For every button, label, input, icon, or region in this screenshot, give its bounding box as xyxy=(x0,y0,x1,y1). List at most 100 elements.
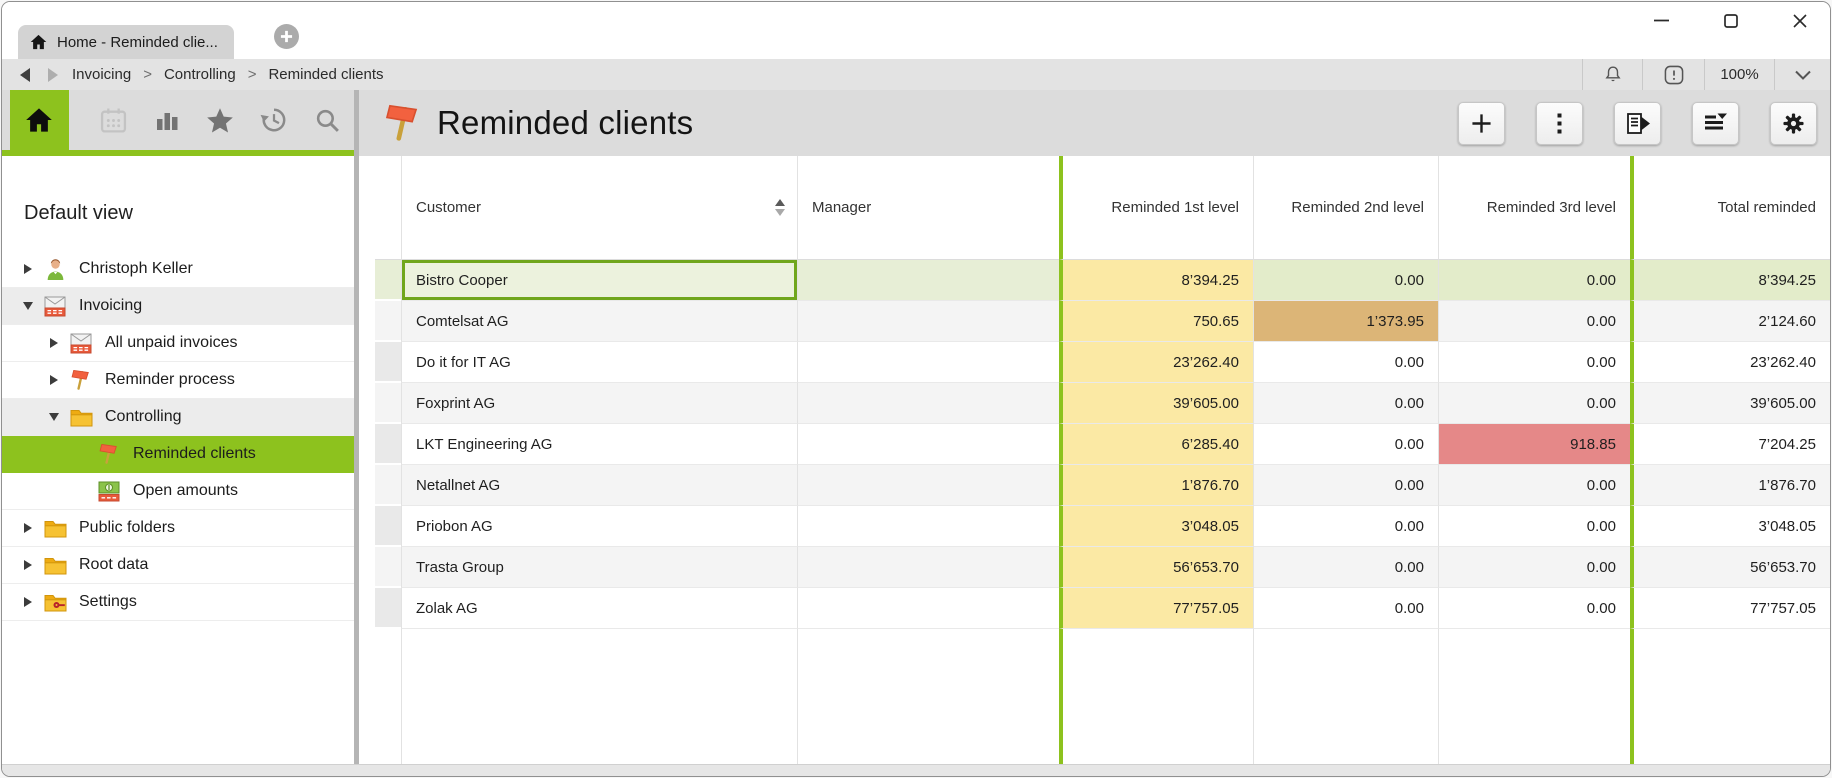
customer-cell[interactable]: Netallnet AG xyxy=(401,465,797,506)
manager-cell[interactable] xyxy=(797,465,1059,506)
breadcrumb-item[interactable]: Controlling xyxy=(164,66,236,83)
sidebar-item-root-data[interactable]: Root data xyxy=(2,547,354,584)
row-selector-cell[interactable] xyxy=(375,301,401,342)
zoom-dropdown-button[interactable] xyxy=(1774,59,1830,90)
total-reminded-cell[interactable]: 2’124.60 xyxy=(1630,301,1830,342)
manager-cell[interactable] xyxy=(797,383,1059,424)
minimize-button[interactable] xyxy=(1653,12,1670,29)
reminded-2nd-cell[interactable]: 1’373.95 xyxy=(1253,301,1438,342)
strip-search-button[interactable] xyxy=(301,90,354,150)
expander-collapsed-icon[interactable] xyxy=(40,338,68,348)
total-reminded-cell[interactable]: 56’653.70 xyxy=(1630,547,1830,588)
table-row[interactable]: Do it for IT AG23’262.400.000.0023’262.4… xyxy=(375,342,1830,383)
close-button[interactable] xyxy=(1791,12,1808,29)
reminded-1st-cell[interactable]: 8’394.25 xyxy=(1059,260,1253,301)
table-row[interactable]: LKT Engineering AG 6’285.400.00918.857’20… xyxy=(375,424,1830,465)
manager-cell[interactable] xyxy=(797,301,1059,342)
maximize-button[interactable] xyxy=(1722,12,1739,29)
column-header-reminded-1st-level[interactable]: Reminded 1st level xyxy=(1059,156,1253,260)
breadcrumb-item[interactable]: Invoicing xyxy=(72,66,131,83)
total-reminded-cell[interactable]: 39’605.00 xyxy=(1630,383,1830,424)
tab-home[interactable]: Home - Reminded clie... xyxy=(18,25,234,59)
reminded-2nd-cell[interactable]: 0.00 xyxy=(1253,424,1438,465)
reminded-1st-cell[interactable]: 1’876.70 xyxy=(1059,465,1253,506)
manager-cell[interactable] xyxy=(797,342,1059,383)
total-reminded-cell[interactable]: 23’262.40 xyxy=(1630,342,1830,383)
column-header-reminded-3rd-level[interactable]: Reminded 3rd level xyxy=(1438,156,1630,260)
more-options-button[interactable] xyxy=(1536,102,1583,145)
table-row[interactable]: Netallnet AG1’876.700.000.001’876.70 xyxy=(375,465,1830,506)
sidebar-item-all-unpaid-invoices[interactable]: All unpaid invoices xyxy=(2,325,354,362)
reminded-3rd-cell[interactable]: 0.00 xyxy=(1438,342,1630,383)
reminded-2nd-cell[interactable]: 0.00 xyxy=(1253,588,1438,629)
settings-button[interactable] xyxy=(1770,102,1817,145)
reminded-1st-cell[interactable]: 3’048.05 xyxy=(1059,506,1253,547)
reminded-1st-cell[interactable]: 6’285.40 xyxy=(1059,424,1253,465)
row-selector-cell[interactable] xyxy=(375,260,401,301)
sidebar-item-public-folders[interactable]: Public folders xyxy=(2,510,354,547)
reminded-2nd-cell[interactable]: 0.00 xyxy=(1253,465,1438,506)
reminded-3rd-cell[interactable]: 0.00 xyxy=(1438,465,1630,506)
reminded-3rd-cell[interactable]: 918.85 xyxy=(1438,424,1630,465)
sidebar-item-settings[interactable]: Settings xyxy=(2,584,354,621)
reminded-2nd-cell[interactable]: 0.00 xyxy=(1253,342,1438,383)
manager-cell[interactable] xyxy=(797,424,1059,465)
customer-cell[interactable]: Priobon AG xyxy=(401,506,797,547)
table-row[interactable]: Comtelsat AG750.651’373.950.002’124.60 xyxy=(375,301,1830,342)
sidebar-item-christoph-keller[interactable]: Christoph Keller xyxy=(2,251,354,288)
alerts-button[interactable] xyxy=(1642,59,1704,90)
expander-collapsed-icon[interactable] xyxy=(14,597,42,607)
row-selector-cell[interactable] xyxy=(375,342,401,383)
add-button[interactable] xyxy=(1458,102,1505,145)
expander-collapsed-icon[interactable] xyxy=(40,375,68,385)
manager-cell[interactable] xyxy=(797,260,1059,301)
reminded-2nd-cell[interactable]: 0.00 xyxy=(1253,383,1438,424)
row-selector-cell[interactable] xyxy=(375,547,401,588)
total-reminded-cell[interactable]: 7’204.25 xyxy=(1630,424,1830,465)
breadcrumb-item[interactable]: Reminded clients xyxy=(268,66,383,83)
row-selector-cell[interactable] xyxy=(375,465,401,506)
zoom-level[interactable]: 100% xyxy=(1704,59,1774,90)
reminded-1st-cell[interactable]: 39’605.00 xyxy=(1059,383,1253,424)
expander-collapsed-icon[interactable] xyxy=(14,264,42,274)
manager-cell[interactable] xyxy=(797,547,1059,588)
expander-expanded-icon[interactable] xyxy=(14,302,42,310)
table-row[interactable]: Zolak AG77’757.050.000.0077’757.05 xyxy=(375,588,1830,629)
row-selector-cell[interactable] xyxy=(375,588,401,629)
customer-cell[interactable]: Bistro Cooper xyxy=(401,260,797,301)
manager-cell[interactable] xyxy=(797,506,1059,547)
customer-cell[interactable]: LKT Engineering AG xyxy=(401,424,797,465)
reminded-3rd-cell[interactable]: 0.00 xyxy=(1438,588,1630,629)
nav-forward-icon[interactable] xyxy=(48,68,58,82)
reminded-3rd-cell[interactable]: 0.00 xyxy=(1438,547,1630,588)
column-header-customer[interactable]: Customer xyxy=(401,156,797,260)
row-selector-cell[interactable] xyxy=(375,424,401,465)
sidebar-item-controlling[interactable]: Controlling xyxy=(2,399,354,436)
sidebar-item-reminded-clients[interactable]: Reminded clients xyxy=(2,436,354,473)
total-reminded-cell[interactable]: 3’048.05 xyxy=(1630,506,1830,547)
column-header-manager[interactable]: Manager xyxy=(797,156,1059,260)
report-button[interactable] xyxy=(1614,102,1661,145)
customer-cell[interactable]: Comtelsat AG xyxy=(401,301,797,342)
reminded-1st-cell[interactable]: 56’653.70 xyxy=(1059,547,1253,588)
manager-cell[interactable] xyxy=(797,588,1059,629)
total-reminded-cell[interactable]: 1’876.70 xyxy=(1630,465,1830,506)
reminded-2nd-cell[interactable]: 0.00 xyxy=(1253,547,1438,588)
total-reminded-cell[interactable]: 8’394.25 xyxy=(1630,260,1830,301)
reminded-1st-cell[interactable]: 77’757.05 xyxy=(1059,588,1253,629)
reminded-3rd-cell[interactable]: 0.00 xyxy=(1438,506,1630,547)
reminded-3rd-cell[interactable]: 0.00 xyxy=(1438,383,1630,424)
expander-expanded-icon[interactable] xyxy=(40,413,68,421)
strip-calendar-button[interactable] xyxy=(87,90,140,150)
customer-cell[interactable]: Do it for IT AG xyxy=(401,342,797,383)
row-selector-cell[interactable] xyxy=(375,383,401,424)
strip-history-button[interactable] xyxy=(247,90,300,150)
nav-back-icon[interactable] xyxy=(20,68,30,82)
customer-cell[interactable]: Trasta Group xyxy=(401,547,797,588)
expander-collapsed-icon[interactable] xyxy=(14,523,42,533)
table-row[interactable]: Trasta Group56’653.700.000.0056’653.70 xyxy=(375,547,1830,588)
reminded-1st-cell[interactable]: 23’262.40 xyxy=(1059,342,1253,383)
reminded-3rd-cell[interactable]: 0.00 xyxy=(1438,260,1630,301)
expander-collapsed-icon[interactable] xyxy=(14,560,42,570)
sort-button[interactable] xyxy=(1692,102,1739,145)
